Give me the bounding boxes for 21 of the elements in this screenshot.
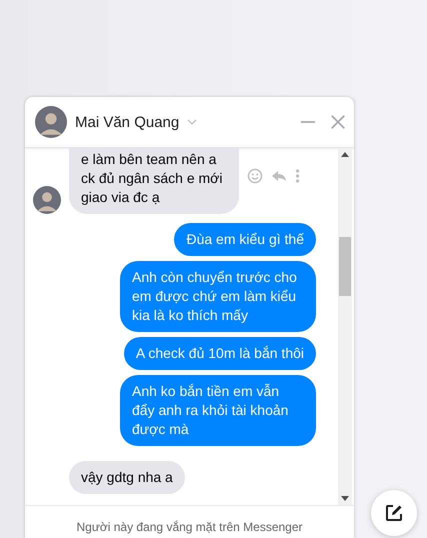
avatar-icon[interactable]: [35, 106, 67, 138]
compose-button[interactable]: [371, 490, 417, 536]
smiley-icon[interactable]: [247, 168, 263, 184]
scrollbar-track[interactable]: [338, 148, 352, 505]
compose-icon: [384, 503, 404, 523]
reply-icon[interactable]: [271, 168, 287, 184]
more-icon[interactable]: [295, 168, 300, 184]
message-bubble: Đùa em kiểu gì thế: [174, 223, 316, 256]
chevron-down-icon[interactable]: [187, 119, 198, 125]
contact-name[interactable]: Mai Văn Quang: [75, 114, 180, 130]
message-bubble: e làm bên team nên a ck đủ ngân sách e mới giao via đc ạ: [69, 148, 239, 214]
avatar-icon: [33, 186, 61, 214]
message-bubble: Anh ko bắn tiền em vẫn đẩy anh ra khỏi tài khoản được mà: [120, 375, 316, 446]
status-text: Người này đang vắng mặt trên Messenger: [76, 520, 303, 534]
message-bubble: Anh còn chuyển trước cho em được chứ em làm kiểu kia là ko thích mấy: [120, 261, 316, 332]
message-bubble: A check đủ 10m là bắn thôi: [124, 337, 316, 370]
scroll-up-arrow-icon[interactable]: [341, 152, 349, 157]
scrollbar-thumb[interactable]: [339, 237, 351, 296]
message-bubble: vậy gdtg nha a: [69, 461, 185, 494]
scroll-down-arrow-icon[interactable]: [341, 496, 349, 501]
close-icon[interactable]: [330, 114, 346, 130]
